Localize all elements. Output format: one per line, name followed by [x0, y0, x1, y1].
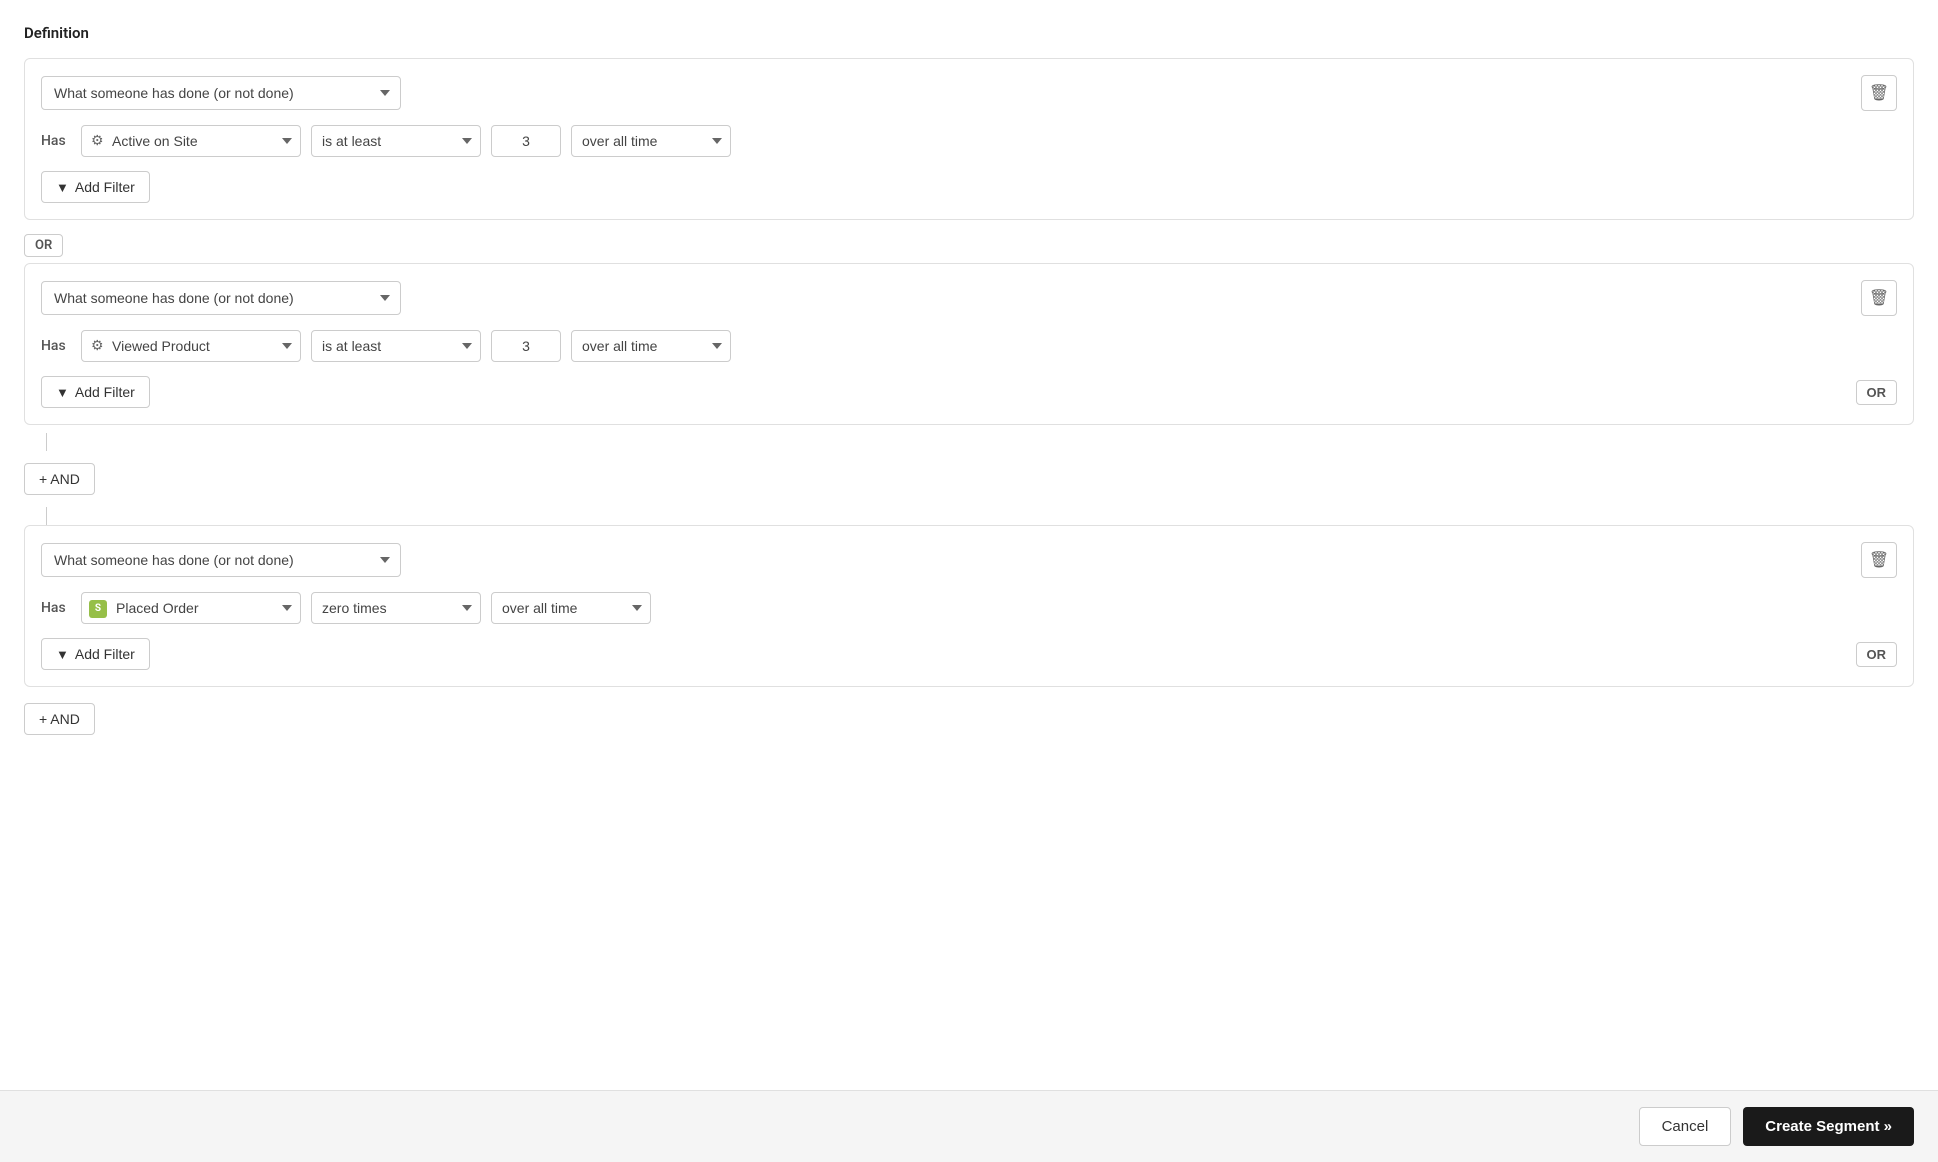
- has-label-2: Has: [41, 338, 71, 354]
- event-select-wrap-2: ⚙ Viewed Product Active on Site Clicked …: [81, 330, 301, 362]
- condition-header-2: What someone has done (or not done) What…: [41, 280, 1897, 316]
- add-filter-button-1[interactable]: ▼ Add Filter: [41, 171, 150, 203]
- has-row-2: Has ⚙ Viewed Product Active on Site Clic…: [41, 330, 1897, 362]
- number-input-1[interactable]: [491, 125, 561, 157]
- page-wrapper: Definition What someone has done (or not…: [0, 0, 1938, 1162]
- section-title: Definition: [24, 24, 1914, 42]
- and-connector-2: + AND: [24, 703, 1914, 735]
- number-input-2[interactable]: [491, 330, 561, 362]
- condition-header-1: What someone has done (or not done) What…: [41, 75, 1897, 111]
- event-select-wrap-1: ⚙ Active on Site Viewed Product Clicked …: [81, 125, 301, 157]
- cancel-button[interactable]: Cancel: [1639, 1107, 1732, 1146]
- event-select-wrap-3: S Placed Order Cancelled Order Refunded …: [81, 592, 301, 624]
- filter-icon-2: ▼: [56, 385, 69, 400]
- filter-icon-1: ▼: [56, 180, 69, 195]
- trash-icon-1: 🗑: [1869, 83, 1889, 103]
- has-row-1: Has ⚙ Active on Site Viewed Product Clic…: [41, 125, 1897, 157]
- add-filter-label-3: Add Filter: [75, 646, 135, 662]
- condition-select-2[interactable]: is at least is exactly is at most zero t…: [311, 330, 481, 362]
- add-filter-label-2: Add Filter: [75, 384, 135, 400]
- has-row-3: Has S Placed Order Cancelled Order Refun…: [41, 592, 1897, 624]
- or-right-button-1[interactable]: OR: [1856, 380, 1898, 405]
- add-filter-label-1: Add Filter: [75, 179, 135, 195]
- add-filter-button-2[interactable]: ▼ Add Filter: [41, 376, 150, 408]
- condition-block-2: What someone has done (or not done) What…: [24, 263, 1914, 425]
- delete-button-1[interactable]: 🗑: [1861, 75, 1897, 111]
- has-label-3: Has: [41, 600, 71, 616]
- time-select-2[interactable]: over all time in the last between dates: [571, 330, 731, 362]
- group-1: What someone has done (or not done) What…: [24, 58, 1914, 425]
- add-filter-button-3[interactable]: ▼ Add Filter: [41, 638, 150, 670]
- main-content: Definition What someone has done (or not…: [0, 0, 1938, 1162]
- condition-block-1: What someone has done (or not done) What…: [24, 58, 1914, 220]
- footer-bar: Cancel Create Segment »: [0, 1090, 1938, 1162]
- group-2: What someone has done (or not done) What…: [24, 525, 1914, 687]
- main-select-1[interactable]: What someone has done (or not done) What…: [41, 76, 401, 110]
- condition-block-3: What someone has done (or not done) What…: [24, 525, 1914, 687]
- main-select-3[interactable]: What someone has done (or not done) What…: [41, 543, 401, 577]
- trash-icon-3: 🗑: [1869, 550, 1889, 570]
- vertical-line-1: [46, 433, 47, 451]
- and-connector-1: + AND: [24, 463, 1914, 495]
- event-select-3[interactable]: Placed Order Cancelled Order Refunded Or…: [81, 592, 301, 624]
- delete-button-2[interactable]: 🗑: [1861, 280, 1897, 316]
- or-connector-1: OR: [24, 228, 1914, 263]
- and-button-2[interactable]: + AND: [24, 703, 95, 735]
- create-segment-button[interactable]: Create Segment »: [1743, 1107, 1914, 1146]
- filter-icon-3: ▼: [56, 647, 69, 662]
- has-label-1: Has: [41, 133, 71, 149]
- condition-header-3: What someone has done (or not done) What…: [41, 542, 1897, 578]
- condition-select-3[interactable]: zero times is at least is exactly is at …: [311, 592, 481, 624]
- time-select-1[interactable]: over all time in the last between dates: [571, 125, 731, 157]
- bottom-row-3: ▼ Add Filter OR: [41, 638, 1897, 670]
- main-select-2[interactable]: What someone has done (or not done) What…: [41, 281, 401, 315]
- and-label-2: + AND: [39, 711, 80, 727]
- event-select-2[interactable]: Viewed Product Active on Site Clicked Em…: [81, 330, 301, 362]
- bottom-row-2: ▼ Add Filter OR: [41, 376, 1897, 408]
- condition-select-1[interactable]: is at least is exactly is at most zero t…: [311, 125, 481, 157]
- and-button-1[interactable]: + AND: [24, 463, 95, 495]
- or-right-button-2[interactable]: OR: [1856, 642, 1898, 667]
- time-select-3[interactable]: over all time in the last between dates: [491, 592, 651, 624]
- vertical-line-2: [46, 507, 47, 525]
- or-badge-1: OR: [24, 234, 63, 257]
- trash-icon-2: 🗑: [1869, 288, 1889, 308]
- delete-button-3[interactable]: 🗑: [1861, 542, 1897, 578]
- and-label-1: + AND: [39, 471, 80, 487]
- event-select-1[interactable]: Active on Site Viewed Product Clicked Em…: [81, 125, 301, 157]
